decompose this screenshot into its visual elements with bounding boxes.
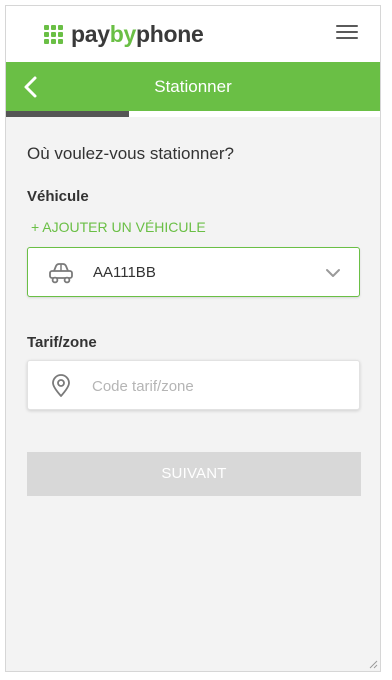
- zone-input[interactable]: [92, 373, 342, 399]
- form-question: Où voulez-vous stationner?: [27, 144, 234, 163]
- resize-handle-icon[interactable]: [368, 659, 378, 669]
- zone-label: Tarif/zone: [27, 334, 97, 351]
- zone-field[interactable]: [27, 360, 360, 410]
- vehicle-select[interactable]: AA111BB: [27, 247, 360, 297]
- hamburger-menu-icon[interactable]: [336, 25, 358, 41]
- chevron-down-icon: [326, 269, 340, 277]
- paybyphone-logo: paybyphone: [44, 20, 204, 47]
- app-frame: paybyphone Stationner Où voulez-vous sta…: [5, 5, 381, 672]
- location-pin-icon: [52, 374, 70, 397]
- page-title: Stationner: [154, 77, 232, 96]
- top-bar: paybyphone: [6, 6, 380, 62]
- next-button[interactable]: SUIVANT: [27, 452, 361, 496]
- logo-wordmark: paybyphone: [71, 20, 204, 47]
- car-icon: [49, 263, 73, 284]
- vehicle-label: Véhicule: [27, 188, 89, 205]
- vehicle-value: AA111BB: [93, 264, 156, 281]
- progress-fill: [6, 111, 130, 117]
- add-vehicle-link[interactable]: + AJOUTER UN VÉHICULE: [31, 219, 206, 235]
- progress-bar: [6, 111, 380, 117]
- logo-dots-icon: [44, 24, 63, 44]
- nav-bar: Stationner: [6, 62, 380, 111]
